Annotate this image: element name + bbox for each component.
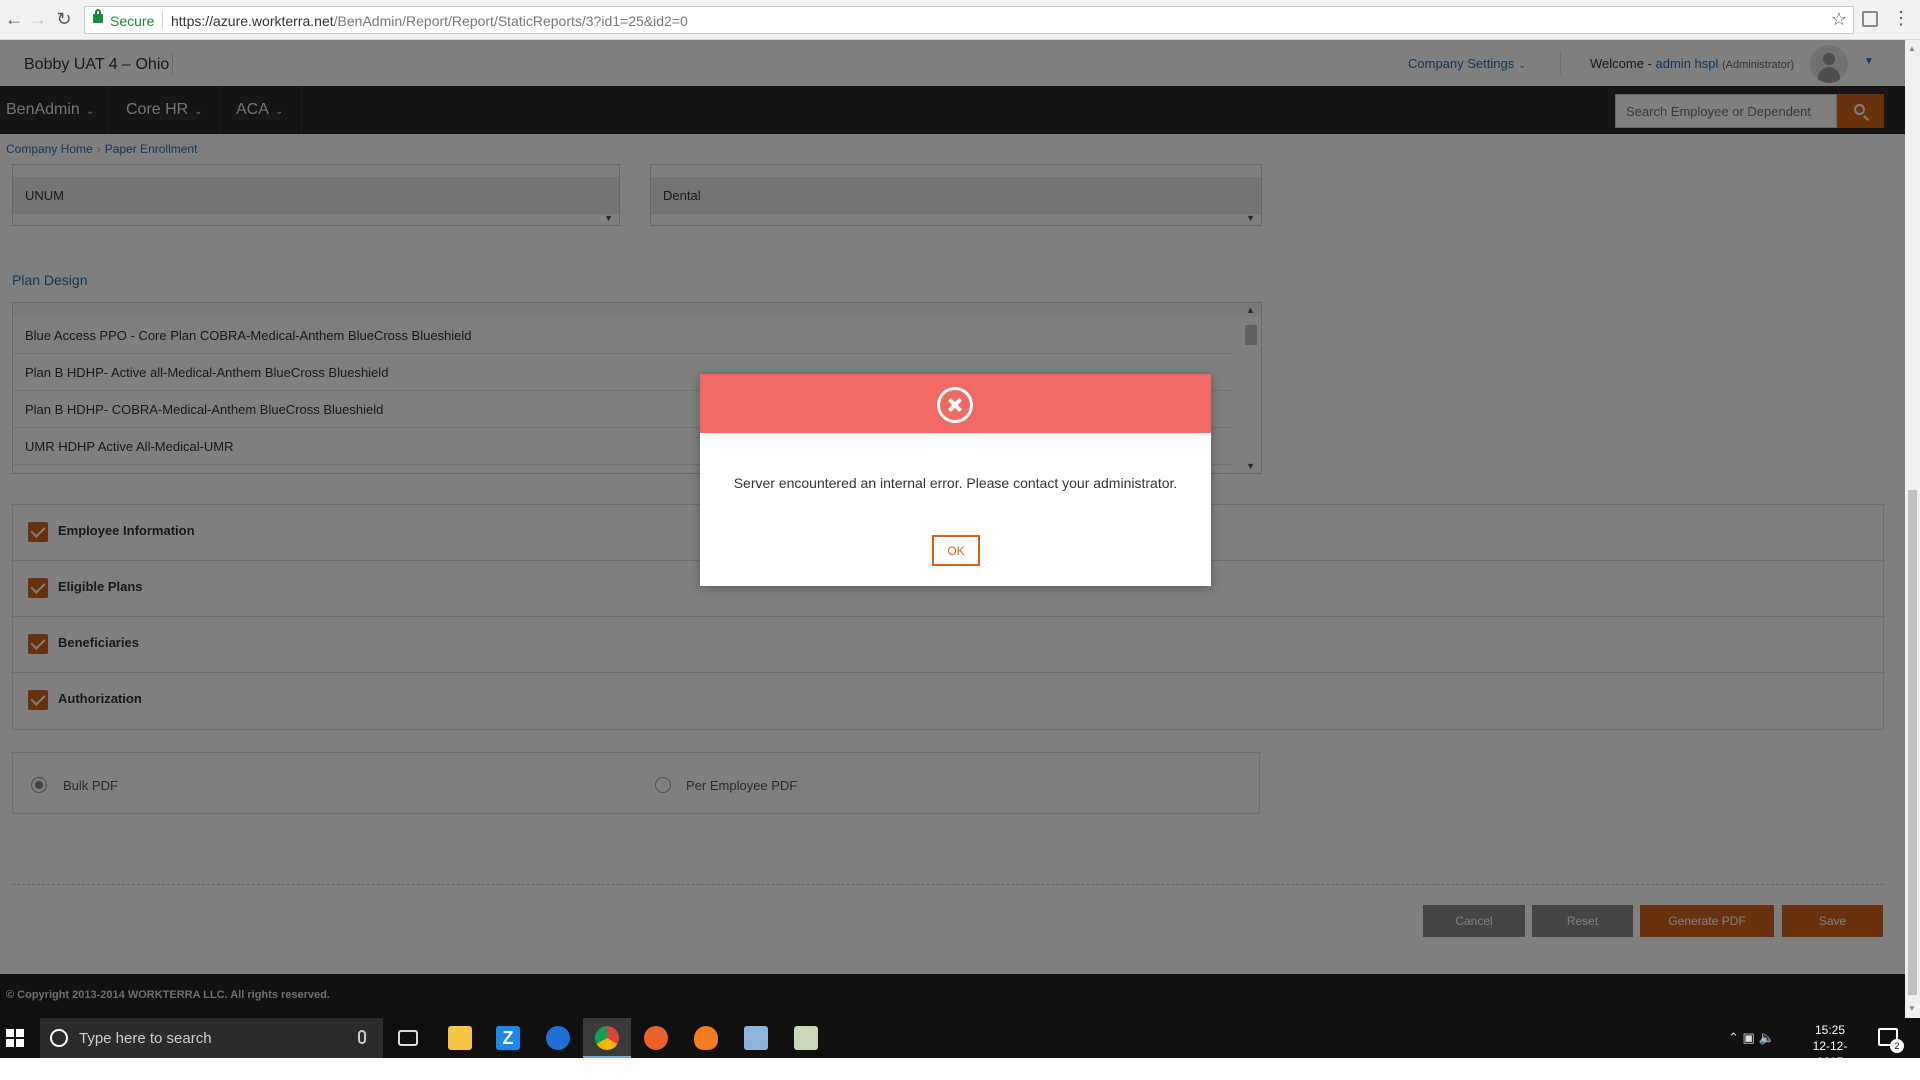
notes-app-icon[interactable] <box>744 1026 768 1050</box>
network-icon[interactable]: ▣ <box>1743 1030 1755 1045</box>
cortana-icon <box>50 1029 68 1047</box>
task-view-icon[interactable] <box>398 1030 418 1046</box>
scroll-up-icon[interactable]: ▲ <box>1908 44 1916 53</box>
url-path: /BenAdmin/Report/Report/StaticReports/3?… <box>333 13 688 29</box>
error-dialog-header <box>700 374 1211 433</box>
scroll-down-icon[interactable]: ▼ <box>1908 1004 1916 1013</box>
page-scrollbar[interactable]: ▲ ▼ <box>1905 40 1920 1018</box>
address-bar[interactable]: Secure https://azure.workterra.net/BenAd… <box>84 6 1854 34</box>
forward-icon[interactable]: → <box>28 9 48 29</box>
url-host: https://azure.workterra.net <box>171 13 334 29</box>
windows-logo-pane <box>6 1029 14 1037</box>
microphone-icon[interactable] <box>358 1030 366 1044</box>
ok-button[interactable]: OK <box>932 535 980 566</box>
document-app-icon[interactable] <box>794 1026 818 1050</box>
chrome-browser-icon[interactable] <box>595 1026 619 1050</box>
edge-browser-icon[interactable] <box>546 1026 570 1050</box>
bookmark-star-icon[interactable]: ☆ <box>1831 9 1847 30</box>
lock-icon <box>93 9 103 23</box>
system-tray[interactable]: ⌃ ▣ 🔈 <box>1728 1030 1775 1046</box>
flame-app-icon[interactable] <box>694 1026 718 1050</box>
error-dialog: Server encountered an internal error. Pl… <box>700 374 1211 586</box>
windows-taskbar: Type here to search Z ⌃ ▣ 🔈 15:25 12-12-… <box>0 1018 1920 1069</box>
chevron-up-icon[interactable]: ⌃ <box>1728 1030 1739 1045</box>
notification-count-badge: 2 <box>1890 1039 1904 1053</box>
browser-toolbar: ← → ↻ Secure https://azure.workterra.net… <box>0 0 1920 40</box>
browser-menu-icon[interactable]: ⋮ <box>1892 8 1910 28</box>
page-scrollbar-thumb[interactable] <box>1908 490 1917 995</box>
extension-icon[interactable] <box>1862 11 1878 27</box>
firefox-browser-icon[interactable] <box>644 1026 668 1050</box>
url-separator <box>162 11 163 29</box>
reload-icon[interactable]: ↻ <box>54 9 74 29</box>
windows-logo-pane <box>6 1039 14 1047</box>
zoho-icon[interactable]: Z <box>496 1026 520 1050</box>
secure-label: Secure <box>110 13 155 29</box>
bottom-strip <box>0 1058 1920 1080</box>
taskbar-search-box[interactable]: Type here to search <box>40 1018 383 1058</box>
error-message: Server encountered an internal error. Pl… <box>733 475 1178 491</box>
clock-time: 15:25 <box>1814 1023 1846 1037</box>
volume-muted-icon[interactable]: 🔈 <box>1758 1030 1774 1045</box>
file-explorer-icon[interactable] <box>448 1026 472 1050</box>
url-text[interactable]: https://azure.workterra.net/BenAdmin/Rep… <box>171 13 688 29</box>
taskbar-search-placeholder: Type here to search <box>79 1030 212 1047</box>
windows-logo-pane <box>16 1029 24 1037</box>
error-circle-x-icon <box>937 387 973 423</box>
back-icon[interactable]: ← <box>4 9 24 29</box>
windows-logo-pane <box>16 1039 24 1047</box>
windows-start-icon[interactable] <box>6 1029 24 1047</box>
